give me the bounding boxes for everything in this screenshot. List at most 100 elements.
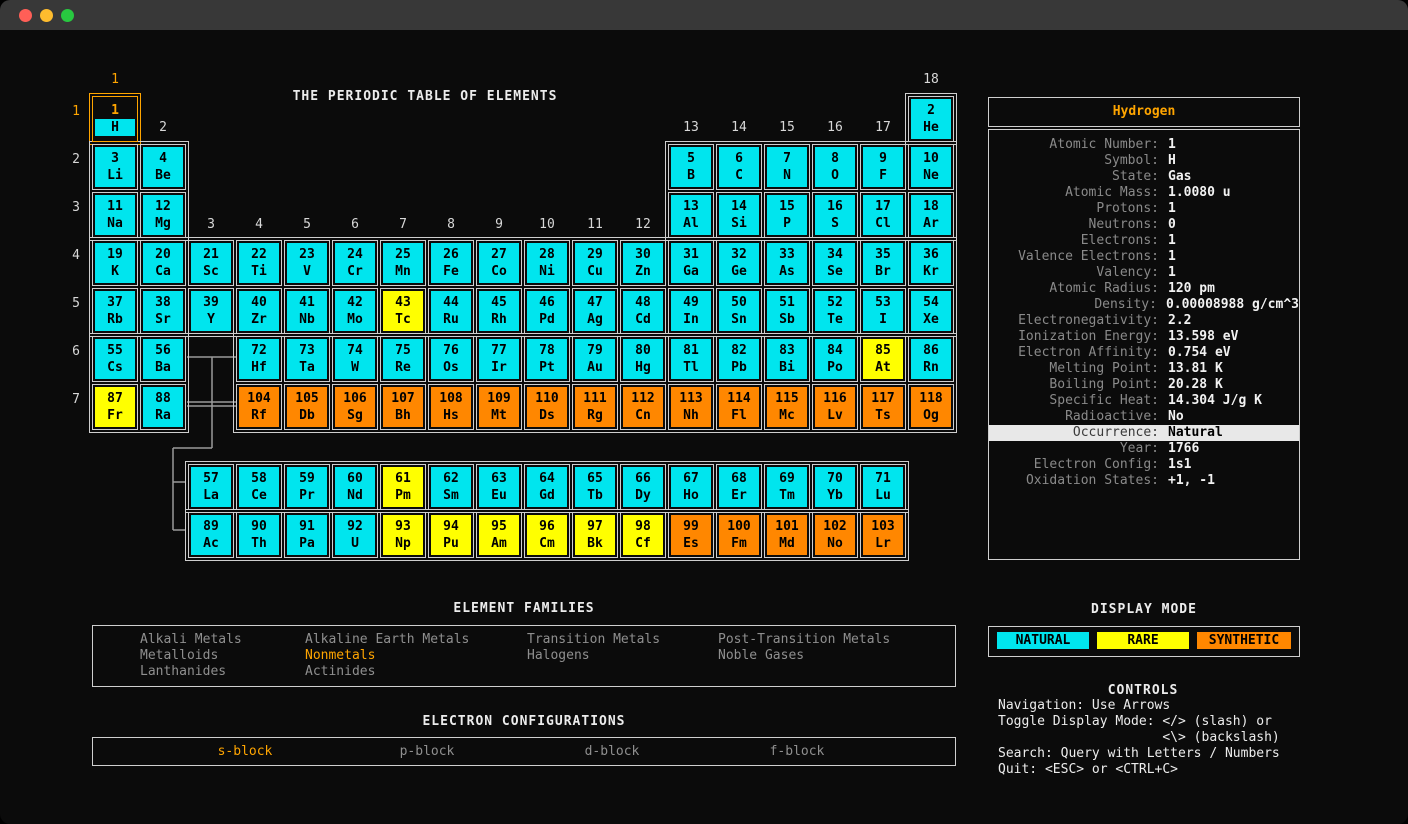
element-cell-In[interactable]: 49 In bbox=[668, 288, 714, 334]
element-cell-Md[interactable]: 101 Md bbox=[764, 512, 810, 558]
element-cell-Sg[interactable]: 106 Sg bbox=[332, 384, 378, 430]
element-cell-Mg[interactable]: 12 Mg bbox=[140, 192, 186, 238]
element-cell-Eu[interactable]: 63 Eu bbox=[476, 464, 522, 510]
element-cell-Ba[interactable]: 56 Ba bbox=[140, 336, 186, 382]
element-cell-At[interactable]: 85 At bbox=[860, 336, 906, 382]
element-cell-Bk[interactable]: 97 Bk bbox=[572, 512, 618, 558]
element-cell-B[interactable]: 5B bbox=[668, 144, 714, 190]
element-cell-Te[interactable]: 52 Te bbox=[812, 288, 858, 334]
mode-swatch-synthetic[interactable]: SYNTHETIC bbox=[1197, 632, 1291, 649]
element-cell-Hs[interactable]: 108 Hs bbox=[428, 384, 474, 430]
element-cell-Db[interactable]: 105 Db bbox=[284, 384, 330, 430]
element-cell-N[interactable]: 7N bbox=[764, 144, 810, 190]
element-cell-Mt[interactable]: 109 Mt bbox=[476, 384, 522, 430]
element-cell-Lv[interactable]: 116 Lv bbox=[812, 384, 858, 430]
element-cell-He[interactable]: 2 He bbox=[908, 96, 954, 142]
element-cell-Sn[interactable]: 50 Sn bbox=[716, 288, 762, 334]
element-cell-Ni[interactable]: 28 Ni bbox=[524, 240, 570, 286]
element-cell-Ce[interactable]: 58 Ce bbox=[236, 464, 282, 510]
family-item-noble-gases[interactable]: Noble Gases bbox=[718, 648, 804, 664]
element-cell-Y[interactable]: 39 Y bbox=[188, 288, 234, 334]
element-cell-V[interactable]: 23 V bbox=[284, 240, 330, 286]
element-cell-Er[interactable]: 68 Er bbox=[716, 464, 762, 510]
element-cell-Nb[interactable]: 41 Nb bbox=[284, 288, 330, 334]
element-cell-As[interactable]: 33 As bbox=[764, 240, 810, 286]
element-cell-Ac[interactable]: 89 Ac bbox=[188, 512, 234, 558]
element-cell-Cn[interactable]: 112 Cn bbox=[620, 384, 666, 430]
element-cell-No[interactable]: 102 No bbox=[812, 512, 858, 558]
element-cell-Tm[interactable]: 69 Tm bbox=[764, 464, 810, 510]
element-cell-Nd[interactable]: 60 Nd bbox=[332, 464, 378, 510]
element-cell-Na[interactable]: 11 Na bbox=[92, 192, 138, 238]
element-cell-Pt[interactable]: 78 Pt bbox=[524, 336, 570, 382]
element-cell-Tl[interactable]: 81 Tl bbox=[668, 336, 714, 382]
element-cell-Yb[interactable]: 70 Yb bbox=[812, 464, 858, 510]
config-item-p-block[interactable]: p-block bbox=[400, 744, 455, 760]
element-cell-Ho[interactable]: 67 Ho bbox=[668, 464, 714, 510]
element-cell-Cd[interactable]: 48 Cd bbox=[620, 288, 666, 334]
close-button[interactable] bbox=[19, 8, 32, 22]
element-cell-Br[interactable]: 35 Br bbox=[860, 240, 906, 286]
element-cell-Se[interactable]: 34 Se bbox=[812, 240, 858, 286]
element-cell-Al[interactable]: 13 Al bbox=[668, 192, 714, 238]
element-cell-Ti[interactable]: 22 Ti bbox=[236, 240, 282, 286]
family-item-nonmetals[interactable]: Nonmetals bbox=[305, 648, 375, 664]
element-cell-Sr[interactable]: 38 Sr bbox=[140, 288, 186, 334]
element-cell-Pm[interactable]: 61 Pm bbox=[380, 464, 426, 510]
element-cell-Th[interactable]: 90 Th bbox=[236, 512, 282, 558]
config-item-d-block[interactable]: d-block bbox=[585, 744, 640, 760]
element-cell-Cs[interactable]: 55 Cs bbox=[92, 336, 138, 382]
element-cell-Ne[interactable]: 10 Ne bbox=[908, 144, 954, 190]
element-cell-Be[interactable]: 4 Be bbox=[140, 144, 186, 190]
element-cell-Re[interactable]: 75 Re bbox=[380, 336, 426, 382]
element-cell-Zn[interactable]: 30 Zn bbox=[620, 240, 666, 286]
element-cell-F[interactable]: 9F bbox=[860, 144, 906, 190]
element-cell-Cr[interactable]: 24 Cr bbox=[332, 240, 378, 286]
element-cell-Es[interactable]: 99 Es bbox=[668, 512, 714, 558]
element-cell-Ge[interactable]: 32 Ge bbox=[716, 240, 762, 286]
element-cell-Fm[interactable]: 100 Fm bbox=[716, 512, 762, 558]
element-cell-C[interactable]: 6C bbox=[716, 144, 762, 190]
element-cell-Fr[interactable]: 87 Fr bbox=[92, 384, 138, 430]
mode-swatch-natural[interactable]: NATURAL bbox=[997, 632, 1089, 649]
element-cell-Mn[interactable]: 25 Mn bbox=[380, 240, 426, 286]
element-cell-Np[interactable]: 93 Np bbox=[380, 512, 426, 558]
element-cell-Bi[interactable]: 83 Bi bbox=[764, 336, 810, 382]
element-cell-Kr[interactable]: 36 Kr bbox=[908, 240, 954, 286]
element-cell-U[interactable]: 92 U bbox=[332, 512, 378, 558]
element-cell-Mc[interactable]: 115 Mc bbox=[764, 384, 810, 430]
element-cell-Lu[interactable]: 71 Lu bbox=[860, 464, 906, 510]
element-cell-Xe[interactable]: 54 Xe bbox=[908, 288, 954, 334]
element-cell-Au[interactable]: 79 Au bbox=[572, 336, 618, 382]
element-cell-Tc[interactable]: 43 Tc bbox=[380, 288, 426, 334]
element-cell-Am[interactable]: 95 Am bbox=[476, 512, 522, 558]
mode-swatch-rare[interactable]: RARE bbox=[1097, 632, 1189, 649]
element-cell-Os[interactable]: 76 Os bbox=[428, 336, 474, 382]
element-cell-Og[interactable]: 118 Og bbox=[908, 384, 954, 430]
element-cell-H[interactable]: 1H bbox=[92, 96, 138, 142]
config-item-s-block[interactable]: s-block bbox=[218, 744, 273, 760]
element-cell-P[interactable]: 15 P bbox=[764, 192, 810, 238]
element-cell-Pa[interactable]: 91 Pa bbox=[284, 512, 330, 558]
element-cell-Mo[interactable]: 42 Mo bbox=[332, 288, 378, 334]
element-cell-La[interactable]: 57 La bbox=[188, 464, 234, 510]
element-cell-I[interactable]: 53 I bbox=[860, 288, 906, 334]
element-cell-Hf[interactable]: 72 Hf bbox=[236, 336, 282, 382]
element-cell-Ir[interactable]: 77 Ir bbox=[476, 336, 522, 382]
element-cell-Cu[interactable]: 29 Cu bbox=[572, 240, 618, 286]
element-cell-Po[interactable]: 84 Po bbox=[812, 336, 858, 382]
element-cell-Si[interactable]: 14 Si bbox=[716, 192, 762, 238]
element-cell-Bh[interactable]: 107 Bh bbox=[380, 384, 426, 430]
element-cell-Fe[interactable]: 26 Fe bbox=[428, 240, 474, 286]
element-cell-Ca[interactable]: 20 Ca bbox=[140, 240, 186, 286]
element-cell-S[interactable]: 16 S bbox=[812, 192, 858, 238]
family-item-alkaline-earth-metals[interactable]: Alkaline Earth Metals bbox=[305, 632, 469, 648]
family-item-metalloids[interactable]: Metalloids bbox=[140, 648, 218, 664]
element-cell-Hg[interactable]: 80 Hg bbox=[620, 336, 666, 382]
element-cell-Tb[interactable]: 65 Tb bbox=[572, 464, 618, 510]
element-cell-Sb[interactable]: 51 Sb bbox=[764, 288, 810, 334]
element-cell-Ts[interactable]: 117 Ts bbox=[860, 384, 906, 430]
element-cell-Rh[interactable]: 45 Rh bbox=[476, 288, 522, 334]
element-cell-Ds[interactable]: 110 Ds bbox=[524, 384, 570, 430]
element-cell-Rg[interactable]: 111 Rg bbox=[572, 384, 618, 430]
